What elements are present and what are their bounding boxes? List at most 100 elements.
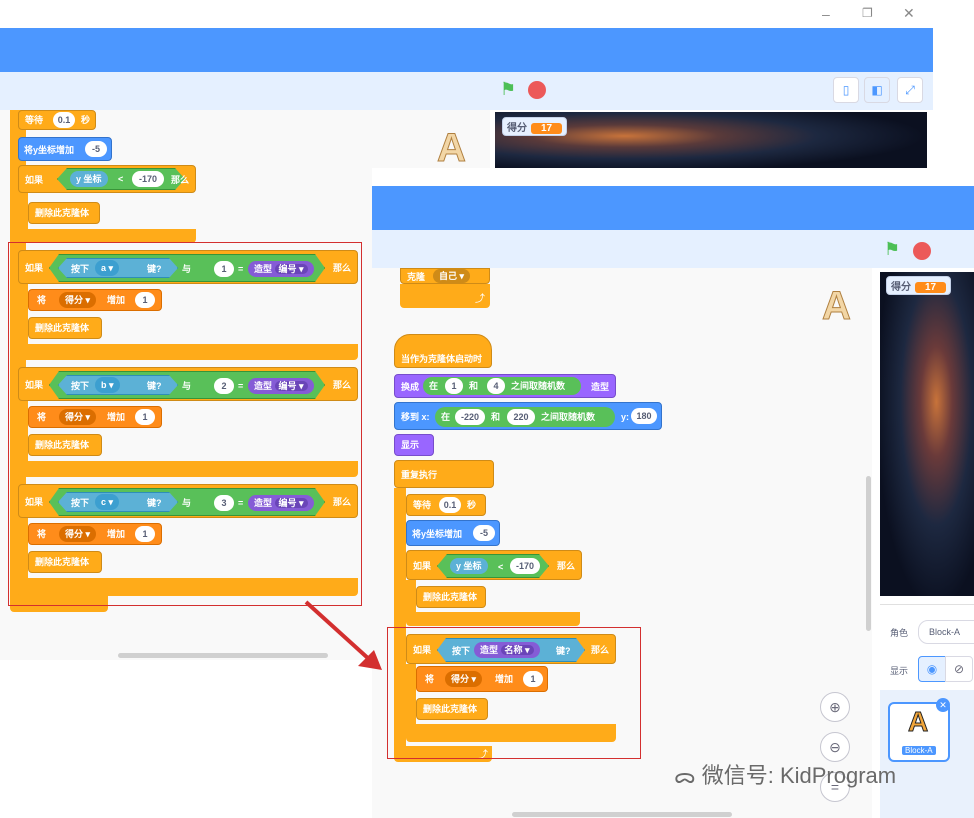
sprite-thumb-label: Block-A xyxy=(902,746,936,755)
score-value: 17 xyxy=(531,123,563,134)
lt-value-input[interactable]: -170 xyxy=(510,558,540,574)
close-icon[interactable]: ✕ xyxy=(903,5,915,22)
delete-sprite-icon[interactable]: ✕ xyxy=(936,698,950,712)
wait-label: 等待 xyxy=(413,500,432,510)
score-label: 得分 xyxy=(891,282,911,293)
sprite-name-input[interactable]: Block-A xyxy=(918,620,974,644)
front-if1-bottom xyxy=(406,612,580,626)
pointer-arrow xyxy=(304,600,382,670)
show-visible-toggle[interactable]: ◉ xyxy=(918,656,946,682)
wait-unit: 秒 xyxy=(467,500,477,510)
change-y-input[interactable]: -5 xyxy=(85,141,107,157)
green-flag-icon[interactable]: ⚑ xyxy=(884,239,900,260)
minimize-icon[interactable]: – xyxy=(822,6,830,22)
switch-costume-block[interactable]: 换成 在 1 和 4 之间取随机数 造型 xyxy=(394,374,616,398)
lt-operator[interactable]: y 坐标 < -170 xyxy=(57,168,185,190)
front-menu-bar xyxy=(372,186,974,230)
y-position-reporter[interactable]: y 坐标 xyxy=(450,558,488,574)
restore-icon[interactable]: ❐ xyxy=(862,6,873,20)
change-y-label: 将y坐标增加 xyxy=(24,145,75,155)
show-label: 显示 xyxy=(890,666,909,676)
then-label: 那么 xyxy=(171,175,190,185)
back-score-monitor: 得分 17 xyxy=(502,117,568,136)
lt-value-input[interactable]: -170 xyxy=(132,171,164,187)
repeat-arrow-icon: ⤴ xyxy=(475,294,485,305)
forever-block-top[interactable]: 重复执行 xyxy=(394,460,494,488)
goto-xy-block[interactable]: 移到 x: 在 -220 和 220 之间取随机数 y: 180 xyxy=(394,402,662,430)
change-y-input[interactable]: -5 xyxy=(473,525,495,541)
wechat-icon: ᯅ xyxy=(674,766,696,788)
lt-sign: < xyxy=(118,174,124,184)
front-change-y-block[interactable]: 将y坐标增加 -5 xyxy=(406,520,500,546)
small-stage-button[interactable]: ▯ xyxy=(833,77,859,103)
switch-costume-label: 换成 xyxy=(401,382,420,392)
costume-word: 造型 xyxy=(591,382,610,392)
back-change-y-block[interactable]: 将y坐标增加 -5 xyxy=(18,137,112,161)
clone-self-block[interactable]: 克隆 自己 ▾ xyxy=(400,268,490,284)
x-from-input[interactable]: -220 xyxy=(455,409,485,425)
change-y-label: 将y坐标增加 xyxy=(412,529,463,539)
back-sprite-watermark: A xyxy=(437,126,467,171)
show-label: 显示 xyxy=(401,440,420,450)
then-label: 那么 xyxy=(557,561,576,571)
back-if-ypos-block[interactable]: 如果 y 坐标 < -170 那么 xyxy=(18,165,196,193)
stop-icon[interactable] xyxy=(913,242,931,260)
random-to-input[interactable]: 4 xyxy=(487,378,505,394)
goto-label: 移到 x: xyxy=(401,412,430,422)
y-input[interactable]: 180 xyxy=(631,408,657,424)
random-from-input[interactable]: 1 xyxy=(445,378,463,394)
sprite-thumbnail[interactable]: A Block-A ✕ xyxy=(888,698,950,762)
and-label: 和 xyxy=(469,381,479,391)
front-if1-arm xyxy=(406,580,416,612)
if-label: 如果 xyxy=(413,561,432,571)
in-label: 在 xyxy=(429,381,439,391)
score-label: 得分 xyxy=(507,123,527,134)
front-highlight-box xyxy=(387,627,641,759)
when-clone-hat[interactable]: 当作为克隆体启动时 xyxy=(394,334,492,368)
back-delete-clone-0[interactable]: 删除此克隆体 xyxy=(28,202,100,224)
front-sprite-watermark: A xyxy=(822,284,852,329)
random-suffix: 之间取随机数 xyxy=(511,381,566,391)
clone-label: 克隆 xyxy=(407,272,426,282)
in-label: 在 xyxy=(441,412,451,422)
random-reporter[interactable]: 在 1 和 4 之间取随机数 xyxy=(423,377,581,395)
back-if1-bottom xyxy=(18,229,196,243)
lt-sign: < xyxy=(498,562,504,572)
forever-label: 重复执行 xyxy=(401,470,438,480)
front-v-scrollbar[interactable] xyxy=(866,476,871,631)
back-highlight-box xyxy=(8,242,362,606)
wait-label: 等待 xyxy=(25,115,44,125)
normal-stage-button[interactable]: ◧ xyxy=(864,77,890,103)
wait-input[interactable]: 0.1 xyxy=(439,497,461,513)
wait-input[interactable]: 0.1 xyxy=(53,112,75,128)
score-value: 17 xyxy=(915,282,947,293)
y-position-reporter[interactable]: y 坐标 xyxy=(70,171,108,187)
toolbar xyxy=(0,72,933,110)
back-h-scrollbar[interactable] xyxy=(118,653,328,658)
sprite-thumb-letter: A xyxy=(907,706,929,738)
front-if-ypos-block[interactable]: 如果 y 坐标 < -170 那么 xyxy=(406,550,582,580)
front-score-monitor: 得分 17 xyxy=(886,276,952,295)
clone-target-dropdown[interactable]: 自己 ▾ xyxy=(433,269,471,283)
delete-clone-label: 删除此克隆体 xyxy=(423,592,478,602)
front-wait-block[interactable]: 等待 0.1 秒 xyxy=(406,494,486,516)
show-hidden-toggle[interactable]: ⊘ xyxy=(945,656,973,682)
lt-operator[interactable]: y 坐标 < -170 xyxy=(437,554,549,578)
x-to-input[interactable]: 220 xyxy=(507,409,535,425)
green-flag-icon[interactable]: ⚑ xyxy=(500,79,516,100)
stop-icon[interactable] xyxy=(528,81,546,99)
delete-clone-label: 删除此克隆体 xyxy=(35,208,90,218)
front-delete-clone-0[interactable]: 删除此克隆体 xyxy=(416,586,486,608)
random-suffix: 之间取随机数 xyxy=(541,412,596,422)
front-stage xyxy=(880,272,974,596)
when-clone-label: 当作为克隆体启动时 xyxy=(401,354,483,364)
show-block[interactable]: 显示 xyxy=(394,434,434,456)
zoom-in-icon[interactable]: ⊕ xyxy=(820,692,850,722)
back-wait-block[interactable]: 等待 0.1 秒 xyxy=(18,110,96,130)
front-h-scrollbar[interactable] xyxy=(512,812,732,817)
wechat-watermark: ᯅ 微信号: KidProgram xyxy=(674,758,896,790)
fullscreen-button[interactable]: ⤢ xyxy=(897,77,923,103)
and-label: 和 xyxy=(491,412,501,422)
random-x-reporter[interactable]: 在 -220 和 220 之间取随机数 xyxy=(435,407,615,427)
watermark-text: 微信号: KidProgram xyxy=(701,763,897,788)
